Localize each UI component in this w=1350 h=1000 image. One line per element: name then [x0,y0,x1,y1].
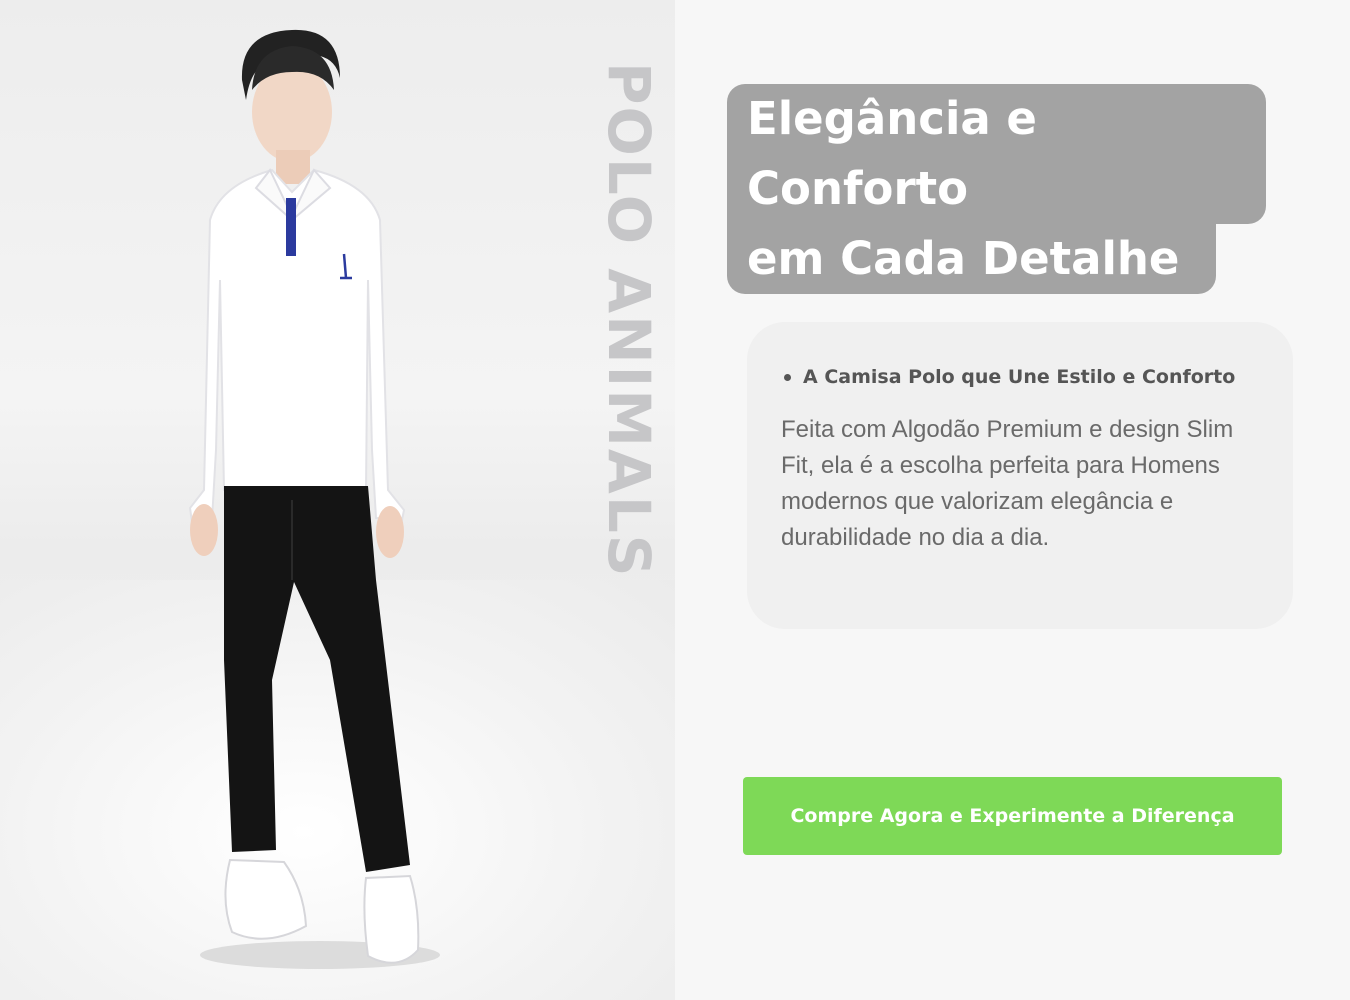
buy-now-button[interactable]: Compre Agora e Experimente a Diferença [743,777,1282,855]
product-description: Feita com Algodão Premium e design Slim … [781,416,1234,551]
feature-bullet-text: A Camisa Polo que Une Estilo e Conforto [803,366,1236,388]
product-photo: POLO ANIMALS [0,0,675,1000]
info-card: A Camisa Polo que Une Estilo e Conforto … [747,322,1293,629]
model-figure [188,29,440,969]
brand-vertical-text: POLO ANIMALS [595,62,663,579]
feature-bullet: A Camisa Polo que Une Estilo e Conforto [781,366,1269,388]
headline-line-2: em Cada Detalhe [727,224,1216,294]
bullet-dot-icon [784,373,791,381]
page-headline: Elegância e Conforto em Cada Detalhe [727,84,1327,294]
headline-line-1: Elegância e Conforto [727,84,1266,224]
